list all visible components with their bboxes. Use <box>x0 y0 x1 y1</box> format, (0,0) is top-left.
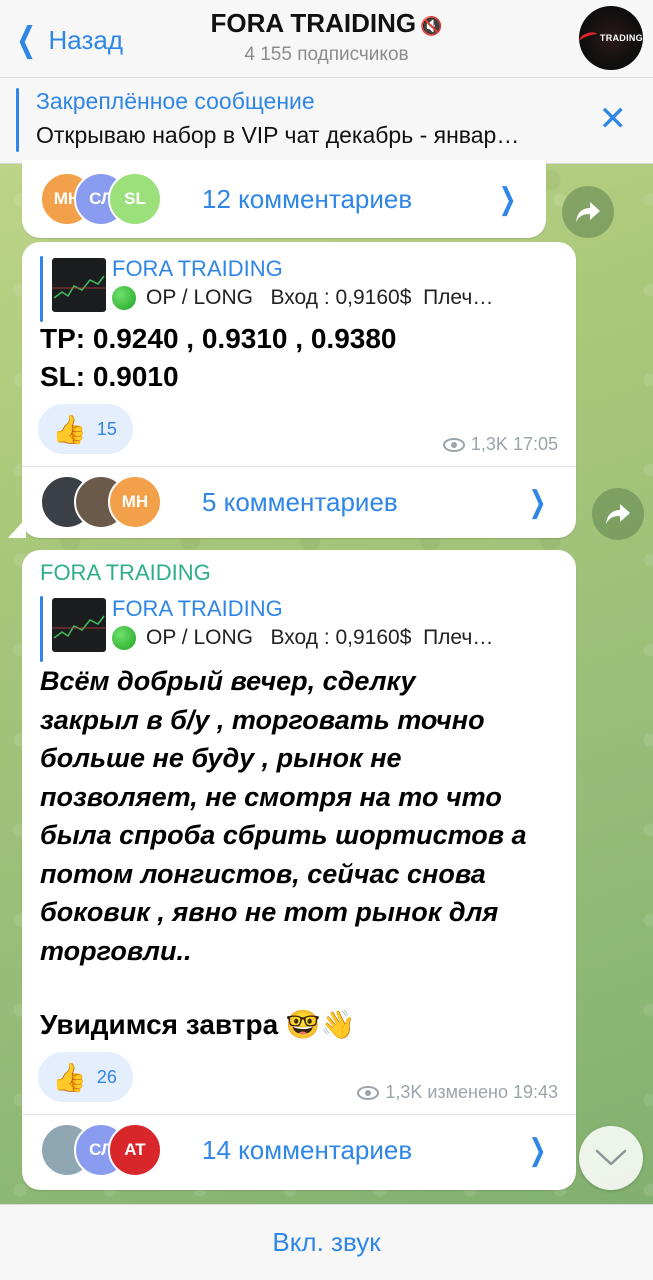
thumbs-up-icon: 👍 <box>52 413 87 445</box>
comments-button[interactable]: МН 5 комментариев ❯ <box>22 466 576 538</box>
unmute-bar: Вкл. звук <box>0 1204 653 1280</box>
eye-icon <box>442 437 465 452</box>
commenter-avatars: МН <box>40 475 180 529</box>
avatar: МН <box>108 475 162 529</box>
closing-text: Увидимся завтра 🤓👋 <box>40 1009 356 1040</box>
text-line: закрыл в б/у , торговать точно <box>40 704 485 735</box>
text-line: торговли.. <box>40 935 192 966</box>
quote-line: OP / LONG Вход : 0,9160$ Плеч… <box>146 286 494 309</box>
view-count: 1,3K <box>385 1082 423 1102</box>
message-text: Всём добрый вечер, сделку закрыл в б/у ,… <box>40 662 558 970</box>
quote-indicator <box>40 596 43 662</box>
pinned-text: Открываю набор в VIP чат декабрь - январ… <box>36 122 520 148</box>
comments-button[interactable]: СЛ AT 14 комментариев ❯ <box>22 1114 576 1186</box>
reaction-chip[interactable]: 👍 26 <box>38 1052 133 1102</box>
close-icon[interactable]: ✕ <box>599 102 628 136</box>
channel-title: FORA TRAIDING <box>210 8 417 38</box>
channel-avatar[interactable]: TRADING <box>579 6 643 70</box>
share-button[interactable] <box>562 186 614 238</box>
text-line: боковик , явно не тот рынок для <box>40 897 499 927</box>
reaction-count: 15 <box>96 418 117 439</box>
avatar-logo-text: TRADING <box>599 33 643 43</box>
reaction-chip[interactable]: 👍 15 <box>38 404 133 454</box>
message-bubble: FORA TRAIDING OP / LONG Вход : 0,9160$ П… <box>22 242 576 538</box>
text-line: SL: 0.9010 <box>40 361 179 392</box>
subscriber-count: 4 155 подписчиков <box>244 44 409 65</box>
quote-text: OP / LONG Вход : 0,9160$ Плеч… <box>112 626 558 650</box>
pinned-title: Закреплённое сообщение <box>36 88 315 114</box>
chart-thumbnail <box>52 258 106 312</box>
text-line: была спроба сбрить шортистов а <box>40 820 527 850</box>
text-line: потом лонгистов, сейчас снова <box>40 858 486 889</box>
channel-title-row[interactable]: FORA TRAIDING 🔇 <box>0 8 653 39</box>
pinned-indicator <box>16 88 19 152</box>
timestamp: изменено 19:43 <box>427 1082 558 1102</box>
comments-label: 12 комментариев <box>202 183 413 214</box>
message-bubble: МН СЛ SL 12 комментариев ❯ <box>22 160 546 238</box>
chevron-right-icon: ❯ <box>528 1133 547 1167</box>
share-icon <box>606 504 630 524</box>
quote-title: FORA TRAIDING <box>112 256 283 281</box>
quote-text: OP / LONG Вход : 0,9160$ Плеч… <box>112 286 558 310</box>
comments-label: 14 комментариев <box>202 1134 413 1165</box>
quote-line: OP / LONG Вход : 0,9160$ Плеч… <box>146 626 494 649</box>
text-line: TP: 0.9240 , 0.9310 , 0.9380 <box>40 323 397 354</box>
green-circle-icon <box>112 626 136 650</box>
comments-button[interactable]: МН СЛ SL 12 комментариев ❯ <box>22 163 546 235</box>
chevron-right-icon: ❯ <box>498 182 517 216</box>
avatar: SL <box>108 172 162 226</box>
commenter-avatars: СЛ AT <box>40 1123 180 1177</box>
pinned-message-bar[interactable]: Закреплённое сообщение Открываю набор в … <box>0 78 653 164</box>
reply-quote[interactable]: FORA TRAIDING OP / LONG Вход : 0,9160$ П… <box>40 596 558 662</box>
share-button[interactable] <box>592 488 644 540</box>
text-line: позволяет, не смотря на то что <box>40 781 502 812</box>
text-line: Всём добрый вечер, сделку <box>40 666 416 696</box>
commenter-avatars: МН СЛ SL <box>40 172 180 226</box>
message-bubble: FORA TRAIDING FORA TRAIDING OP / LONG Вх… <box>22 550 576 1190</box>
scroll-down-button[interactable] <box>579 1126 643 1190</box>
chart-thumbnail <box>52 598 106 652</box>
share-icon <box>576 202 600 222</box>
message-meta: 1,3K 17:05 <box>442 434 558 455</box>
thumbs-up-icon: 👍 <box>52 1061 87 1093</box>
quote-indicator <box>40 256 43 322</box>
chevron-right-icon: ❯ <box>528 485 547 519</box>
reaction-count: 26 <box>96 1066 117 1087</box>
unmute-button[interactable]: Вкл. звук <box>272 1227 380 1258</box>
muted-icon: 🔇 <box>420 16 443 36</box>
message-meta: 1,3K изменено 19:43 <box>357 1082 558 1103</box>
green-circle-icon <box>112 286 136 310</box>
reply-quote[interactable]: FORA TRAIDING OP / LONG Вход : 0,9160$ П… <box>40 256 558 322</box>
message-text: TP: 0.9240 , 0.9310 , 0.9380 SL: 0.9010 <box>40 320 558 396</box>
chat-header: ❮ Назад FORA TRAIDING 🔇 4 155 подписчиков… <box>0 0 653 78</box>
avatar: AT <box>108 1123 162 1177</box>
text-line: больше не буду , рынок не <box>40 743 402 773</box>
comments-label: 5 комментариев <box>202 486 398 517</box>
logo-swoosh-icon <box>579 30 600 46</box>
quote-title: FORA TRAIDING <box>112 596 283 621</box>
eye-icon <box>357 1085 380 1100</box>
chevron-down-icon <box>595 1149 627 1166</box>
timestamp: 17:05 <box>512 434 558 454</box>
view-count: 1,3K <box>470 434 508 454</box>
forwarded-from[interactable]: FORA TRAIDING <box>40 560 211 586</box>
